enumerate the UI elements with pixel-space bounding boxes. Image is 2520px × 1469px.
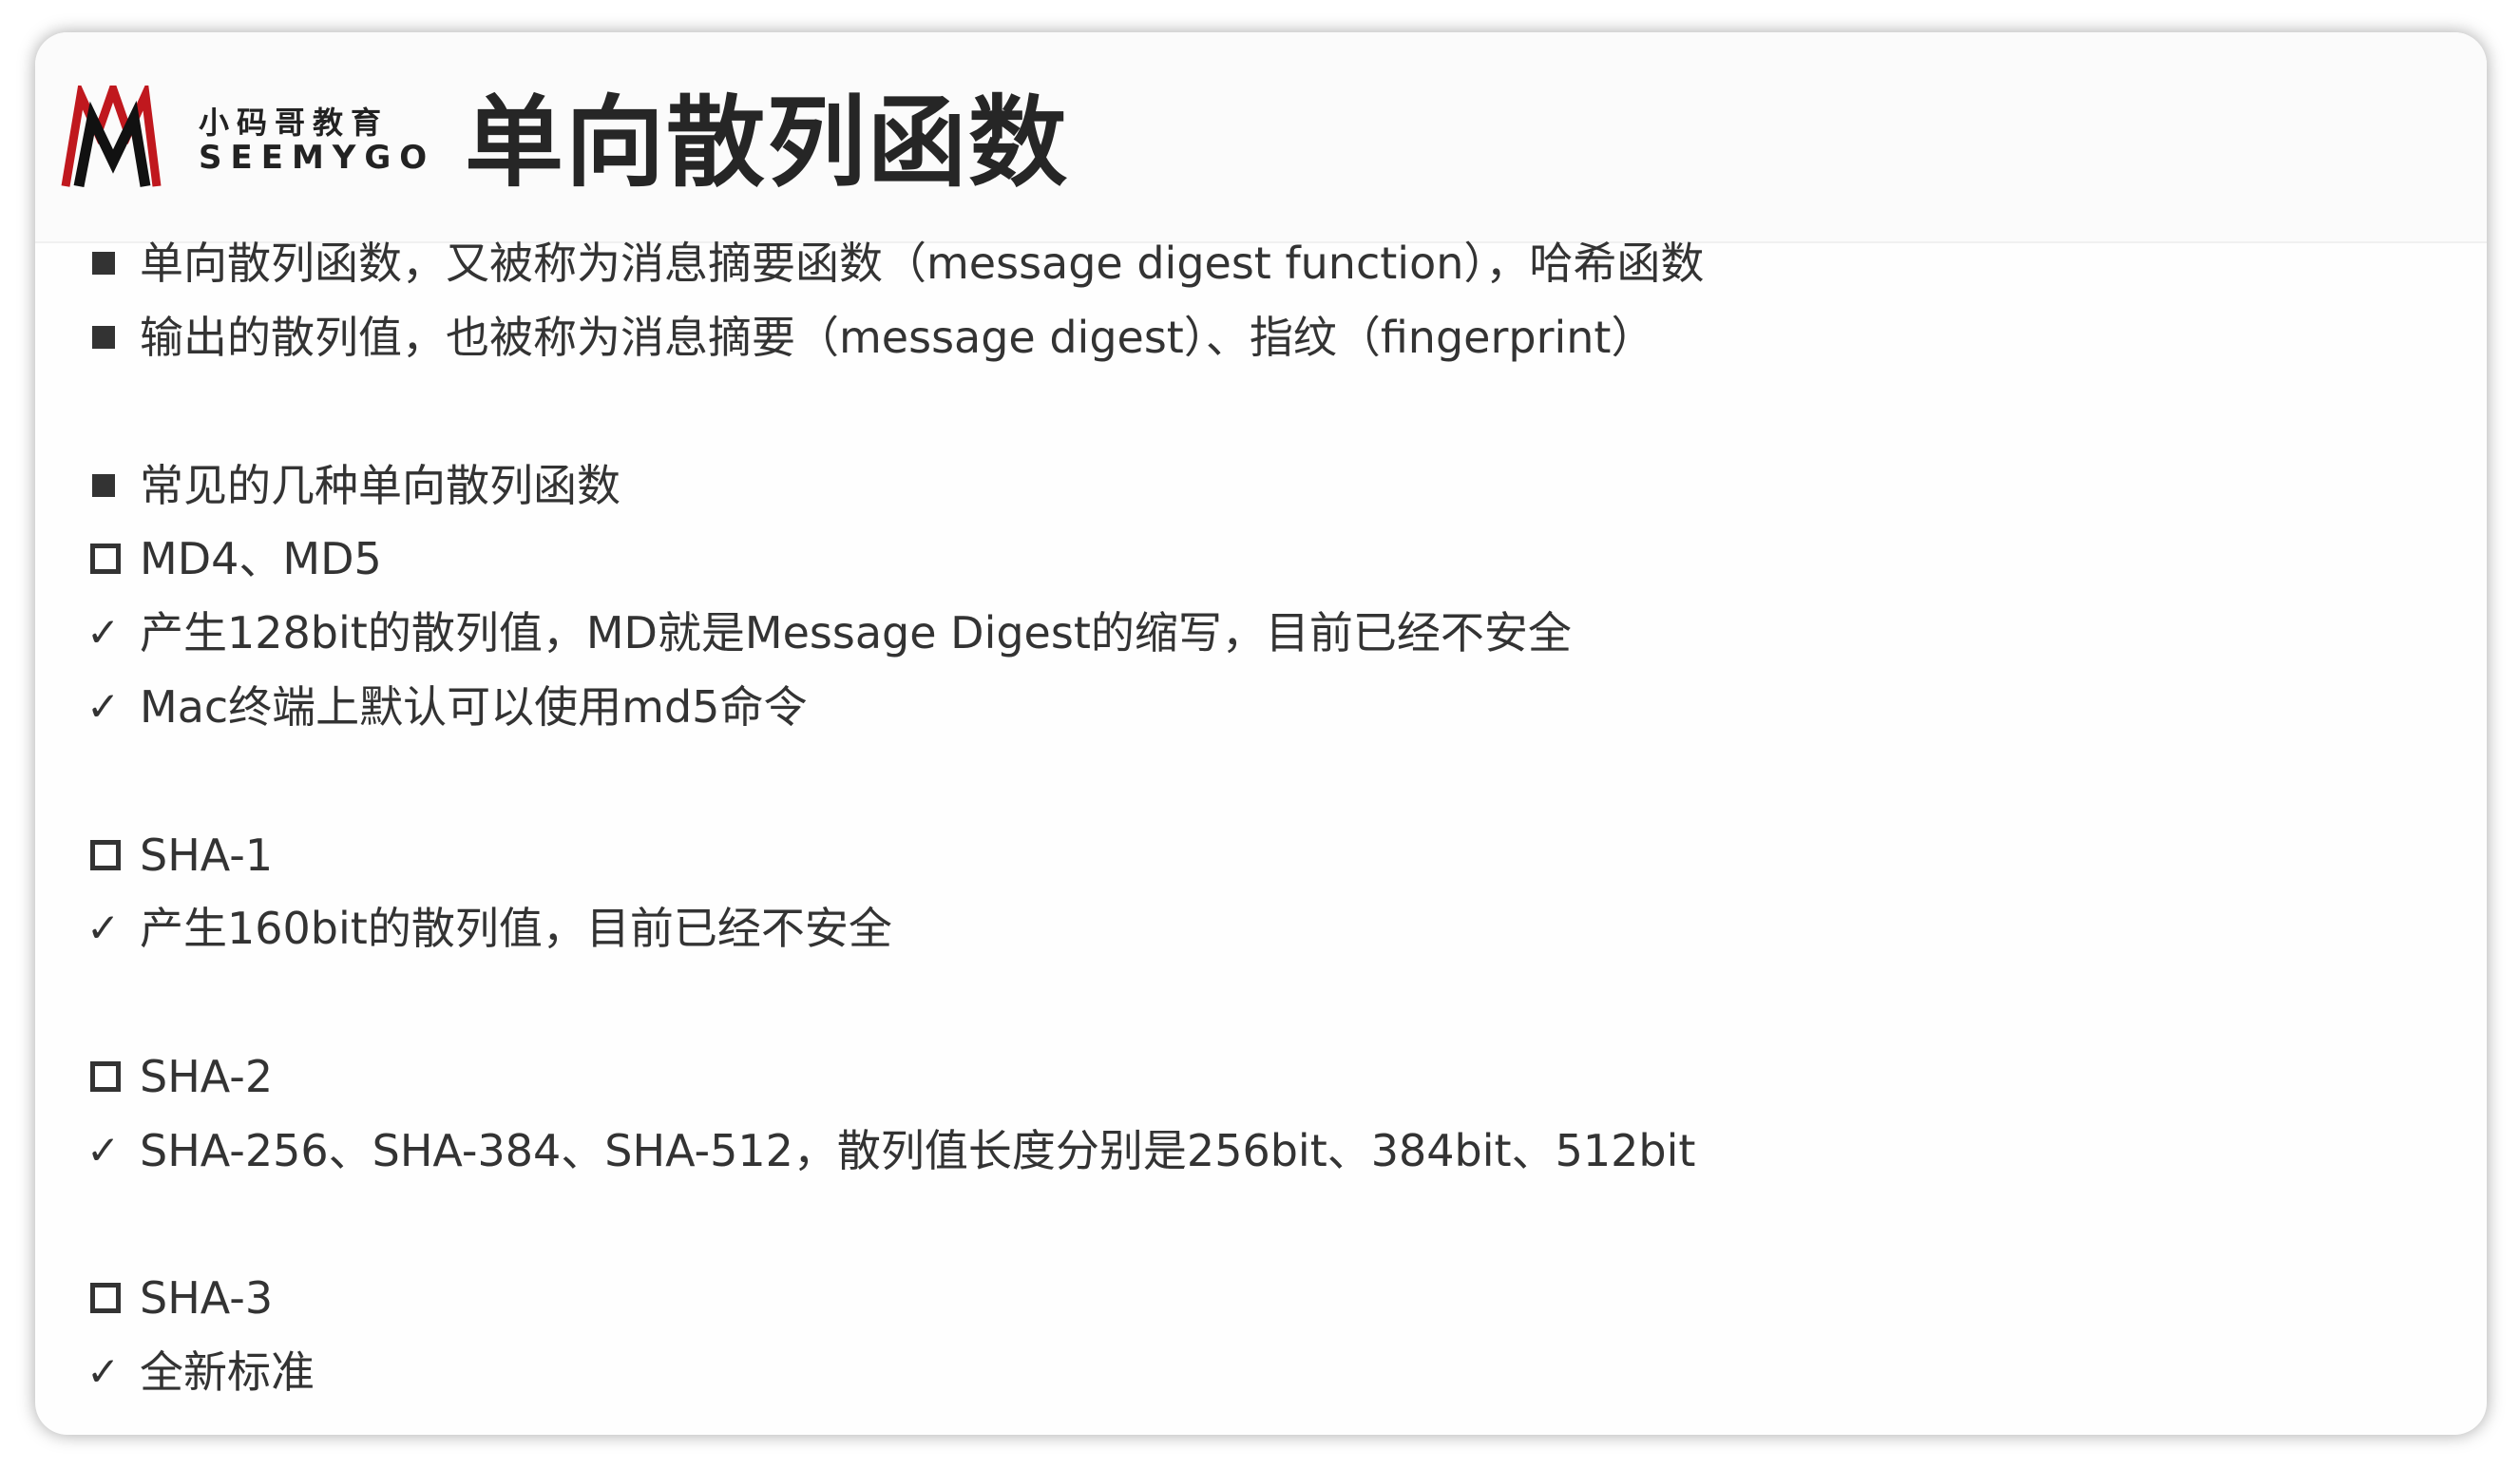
list-item-check: ✓ 产生128bit的散列值，MD就是Message Digest的缩写，目前已经… [86, 596, 1572, 670]
filled-square-bullet-icon [86, 474, 130, 497]
list-item-check: ✓ 全新标准 [86, 1335, 315, 1409]
list-item-check: ✓ Mac终端上默认可以使用md5命令 [86, 670, 807, 744]
list-item-bullet: 单向散列函数，又被称为消息摘要函数（message digest functio… [86, 226, 1704, 300]
list-item-text: Mac终端上默认可以使用md5命令 [140, 681, 808, 733]
list-item-text: 全新标准 [140, 1346, 315, 1398]
list-item-text: SHA-256、SHA-384、SHA-512，散列值长度分别是256bit、3… [140, 1125, 1696, 1176]
list-item-check: ✓ 产生160bit的散列值，目前已经不安全 [86, 891, 892, 965]
open-square-bullet-icon [86, 840, 130, 870]
logo-text-en: SEEMYGO [199, 139, 436, 177]
list-item-box: MD4、MD5 [86, 522, 382, 596]
list-item-box: SHA-2 [86, 1040, 273, 1114]
list-item-box: SHA-3 [86, 1261, 273, 1335]
list-item-box: SHA-1 [86, 818, 273, 892]
filled-square-bullet-icon [86, 326, 130, 349]
filled-square-bullet-icon [86, 252, 130, 275]
list-item-check: ✓ SHA-256、SHA-384、SHA-512，散列值长度分别是256bit、… [86, 1114, 1695, 1188]
list-item-bullet: 常见的几种单向散列函数 [86, 448, 620, 523]
list-item-text: 单向散列函数，又被称为消息摘要函数（message digest functio… [140, 238, 1705, 289]
check-icon: ✓ [86, 1348, 121, 1395]
check-icon: ✓ [86, 905, 121, 951]
open-square-bullet-icon [86, 544, 130, 574]
list-item-text: 常见的几种单向散列函数 [140, 460, 620, 511]
list-item-text: 产生128bit的散列值，MD就是Message Digest的缩写，目前已经不… [140, 607, 1572, 658]
list-item-text: SHA-1 [140, 830, 274, 881]
check-icon: ✓ [86, 1127, 121, 1173]
list-item-bullet: 输出的散列值，也被称为消息摘要（message digest）、指纹（finge… [86, 300, 1654, 374]
list-item-text: SHA-3 [140, 1272, 274, 1324]
list-item-text: 输出的散列值，也被称为消息摘要（message digest）、指纹（finge… [140, 312, 1655, 363]
check-icon: ✓ [86, 609, 121, 656]
slide-window: 小码哥教育 SEEMYGO 单向散列函数 单向散列函数，又被称为消息摘要函数（m… [35, 32, 2487, 1435]
list-item-text: SHA-2 [140, 1051, 274, 1102]
check-icon: ✓ [86, 683, 121, 730]
logo-text-cn: 小码哥教育 [199, 105, 390, 141]
open-square-bullet-icon [86, 1061, 130, 1092]
list-item-text: MD4、MD5 [140, 533, 382, 584]
slide-header: 小码哥教育 SEEMYGO 单向散列函数 [35, 32, 2487, 243]
slide-title: 单向散列函数 [465, 85, 1070, 200]
list-item-text: 产生160bit的散列值，目前已经不安全 [140, 903, 892, 954]
open-square-bullet-icon [86, 1283, 130, 1313]
